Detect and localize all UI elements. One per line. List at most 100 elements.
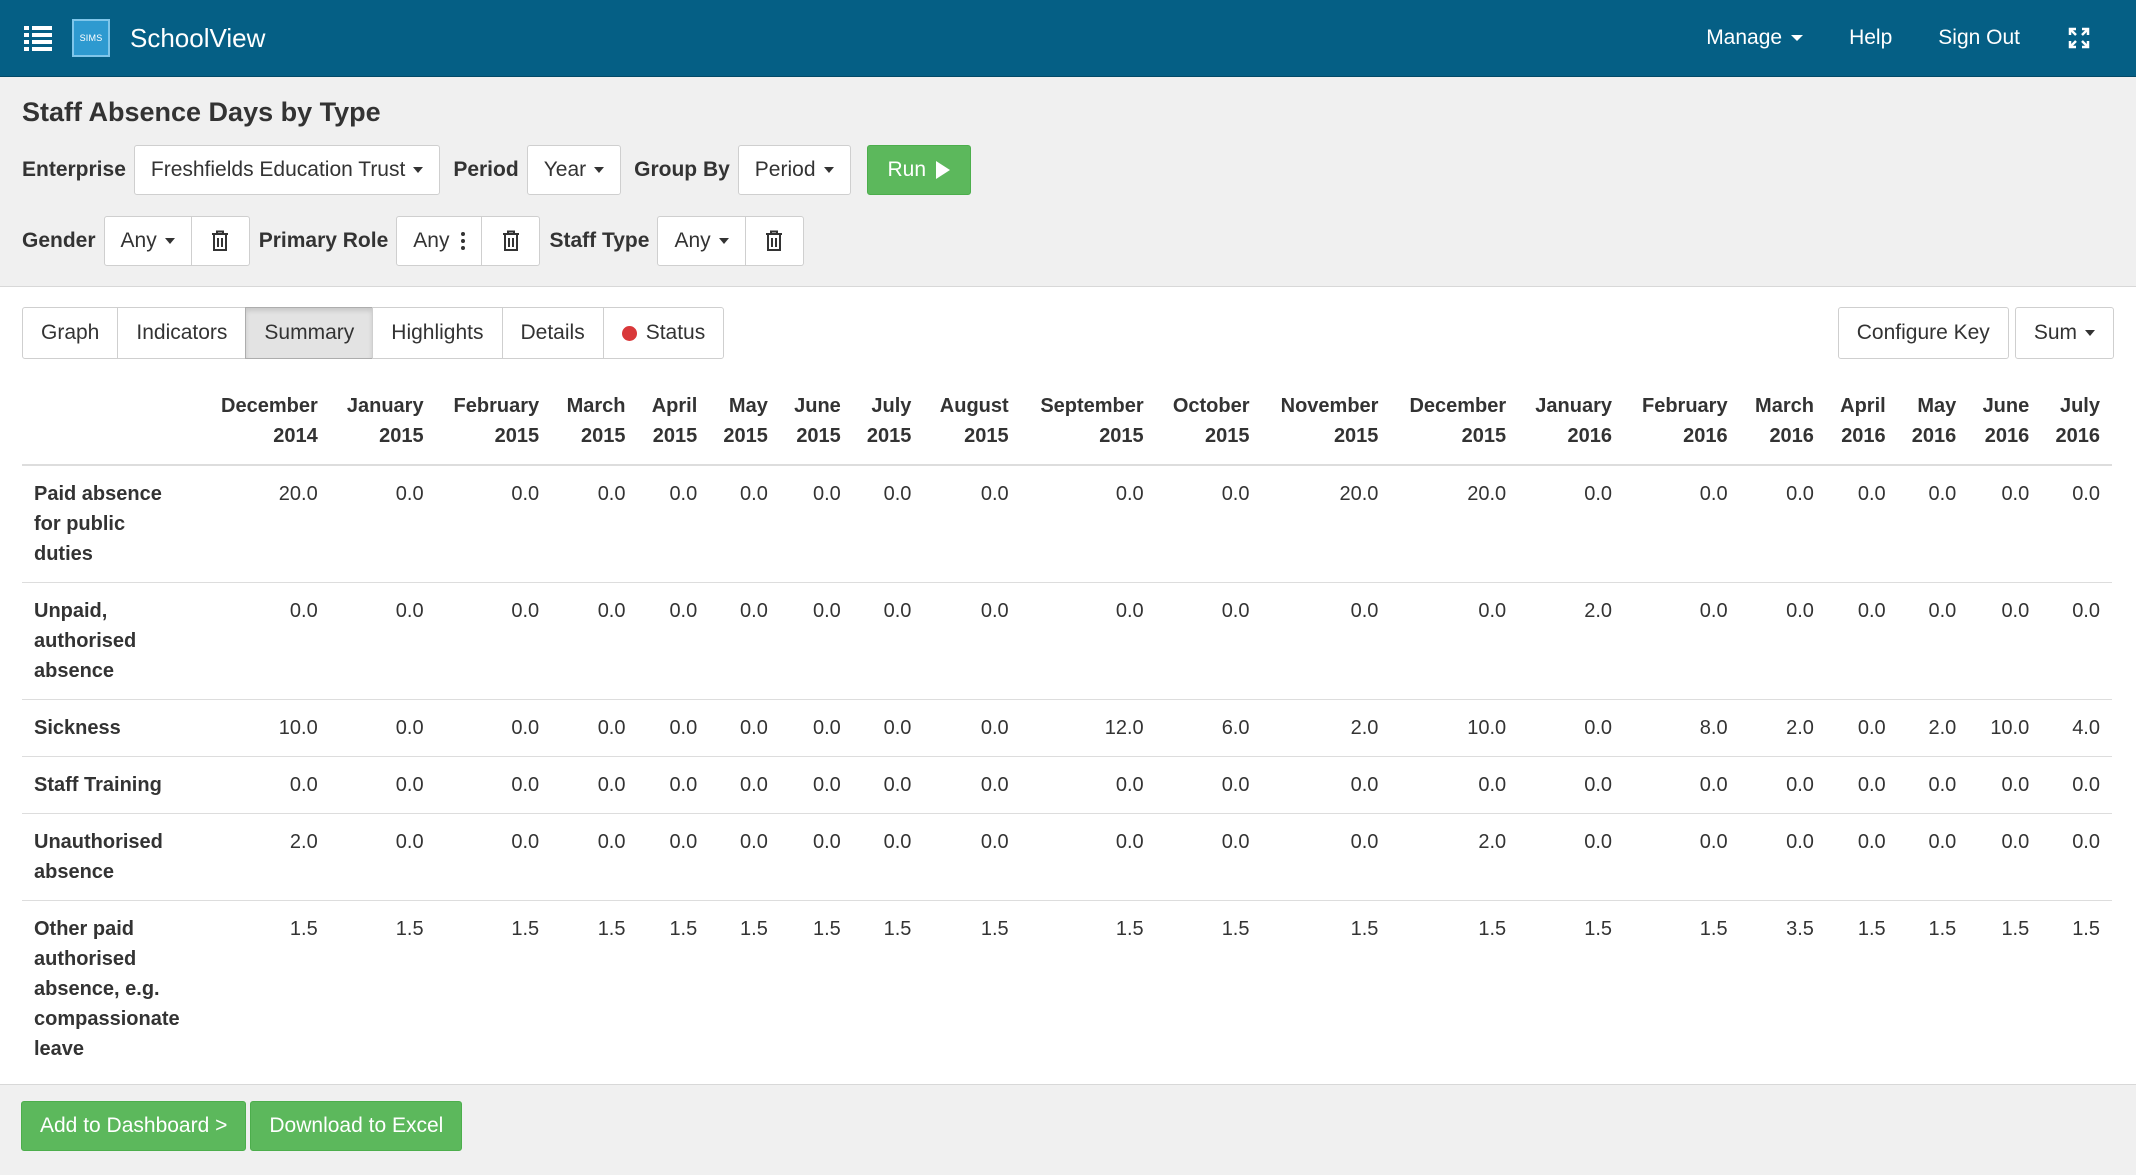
run-label: Run — [887, 158, 927, 181]
column-header: March 2016 — [1739, 380, 1826, 466]
primary-role-dropdown[interactable]: Any — [396, 216, 483, 266]
table-cell: 0.0 — [1739, 756, 1826, 814]
tab-details[interactable]: Details — [501, 307, 604, 359]
configure-key-button[interactable]: Configure Key — [1837, 307, 2009, 359]
groupby-dropdown[interactable]: Period — [737, 145, 851, 195]
table-cell: 0.0 — [1221, 483, 1250, 505]
table-cell: 2.0 — [1261, 699, 1391, 757]
table-cell: 0.0 — [2041, 582, 2112, 700]
table-cell: 0.0 — [637, 582, 710, 700]
tab-graph[interactable]: Graph — [22, 307, 119, 359]
table-cell: 0.0 — [329, 813, 436, 901]
menu-list-icon[interactable] — [24, 25, 52, 51]
table-cell: 10.0 — [1390, 699, 1519, 757]
text-line: June — [1982, 395, 2030, 417]
table-cell: 0.0 — [1624, 813, 1740, 901]
text-line: 2015 — [964, 425, 1009, 447]
text-line: January — [1535, 395, 1613, 417]
staff-type-dropdown[interactable]: Any — [657, 216, 746, 266]
status-dot-icon — [621, 325, 637, 341]
tab-summary[interactable]: Summary — [245, 307, 374, 359]
table-cell: 0.0 — [329, 582, 436, 700]
table-cell: 1.5 — [1897, 900, 1969, 1077]
text-line: December — [1409, 395, 1507, 417]
table-row: Unauthorised absence 2.0 0.0 0.0 0.0 0.0 0.0 0.0… — [22, 813, 2112, 901]
text-line: January — [346, 395, 424, 417]
table-cell: 1.5 — [852, 900, 924, 1077]
tab-status[interactable]: Status — [602, 307, 725, 359]
manage-menu[interactable]: Manage — [1706, 26, 1804, 50]
table-cell: 0.0 — [435, 813, 552, 901]
column-header: March 2015 — [551, 380, 638, 466]
table-cell: 1.5 — [709, 900, 780, 1077]
table-cell: 0.0 — [813, 483, 841, 505]
run-button[interactable]: Run — [866, 145, 972, 195]
table-cell: 0.0 — [551, 582, 638, 700]
text-line: 2016 — [1911, 425, 1957, 447]
table-cell: 0.0 — [1825, 582, 1898, 700]
text-line: November — [1280, 395, 1379, 417]
table-cell: 0.0 — [1518, 756, 1625, 814]
table-cell: 0.0 — [551, 813, 638, 901]
text-line: leave — [34, 1038, 85, 1060]
text-line: 2015 — [1099, 425, 1144, 447]
table-cell: 0.0 — [597, 483, 626, 505]
table-row: Unpaid, authorised absence 0.0 0.0 0.0 0.0 0.0 0… — [22, 582, 2112, 700]
table-cell: 0.0 — [1020, 582, 1156, 700]
filter-row-1: Enterprise Freshfields Education Trust P… — [22, 145, 2114, 195]
table-cell: 0.0 — [1739, 582, 1826, 700]
aggregate-value: Sum — [2033, 321, 2077, 344]
table-cell: 0.0 — [2072, 483, 2100, 505]
period-value: Year — [543, 158, 587, 181]
table-row: Sickness 10.0 0.0 0.0 0.0 0.0 0.0 0.0 0.0 0.0 12.0… — [22, 699, 2112, 757]
period-dropdown[interactable]: Year — [526, 145, 622, 195]
tab-indicators[interactable]: Indicators — [117, 307, 247, 359]
primary-role-value: Any — [413, 229, 450, 252]
primary-role-filter-group: Any — [396, 216, 541, 266]
table-cell: 0.0 — [1786, 483, 1814, 505]
text-line: Other paid — [34, 918, 135, 940]
sims-logo: SIMS — [72, 19, 110, 57]
text-line: February — [453, 395, 540, 417]
table-cell: 2.0 — [1518, 582, 1625, 700]
table-row: Paid absence for public duties 20.0 0.0 0.0 0.… — [22, 465, 2112, 583]
gender-dropdown[interactable]: Any — [103, 216, 192, 266]
help-link[interactable]: Help — [1849, 26, 1892, 50]
table-cell: 10.0 — [202, 699, 330, 757]
table-cell: 0.0 — [1518, 699, 1625, 757]
text-line: September — [1040, 395, 1144, 417]
enterprise-dropdown[interactable]: Freshfields Education Trust — [133, 145, 441, 195]
table-cell: 0.0 — [779, 699, 853, 757]
table-cell: 0.0 — [1261, 582, 1391, 700]
add-to-dashboard-button[interactable]: Add to Dashboard > — [21, 1101, 247, 1151]
table-cell: 0.0 — [1897, 756, 1969, 814]
text-line: April — [1840, 395, 1886, 417]
table-cell: 0.0 — [709, 813, 780, 901]
tab-highlights[interactable]: Highlights — [372, 307, 503, 359]
clear-primary-role-button[interactable] — [482, 216, 541, 266]
gender-label: Gender — [22, 229, 96, 252]
table-cell: 20.0 — [1467, 483, 1507, 505]
app-brand[interactable]: SchoolView — [130, 23, 265, 54]
tab-label: Indicators — [136, 321, 228, 344]
footer-actions: Add to Dashboard > Download to Excel — [0, 1084, 2136, 1166]
table-cell: 0.0 — [1261, 813, 1391, 901]
clear-gender-button[interactable] — [191, 216, 250, 266]
text-line: 2015 — [723, 425, 768, 447]
fullscreen-icon[interactable] — [2068, 27, 2090, 49]
sign-out-link[interactable]: Sign Out — [1938, 26, 2020, 50]
clear-staff-type-button[interactable] — [745, 216, 804, 266]
table-cell: 0.0 — [852, 699, 924, 757]
row-header: Staff Training — [22, 756, 202, 814]
text-line: duties — [34, 543, 93, 565]
table-cell: 0.0 — [1584, 483, 1613, 505]
trash-icon — [212, 230, 229, 251]
download-excel-button[interactable]: Download to Excel — [250, 1101, 463, 1151]
table-row: Other paid authorised absence, e.g. compass… — [22, 900, 2112, 1077]
report-tabs: Graph Indicators Summary Highlights Details S… — [22, 307, 725, 359]
aggregate-dropdown[interactable]: Sum — [2014, 307, 2114, 359]
table-cell: 2.0 — [1739, 699, 1826, 757]
manage-label: Manage — [1706, 26, 1783, 49]
table-cell: 0.0 — [923, 699, 1021, 757]
table-cell: 1.5 — [1968, 900, 2042, 1077]
